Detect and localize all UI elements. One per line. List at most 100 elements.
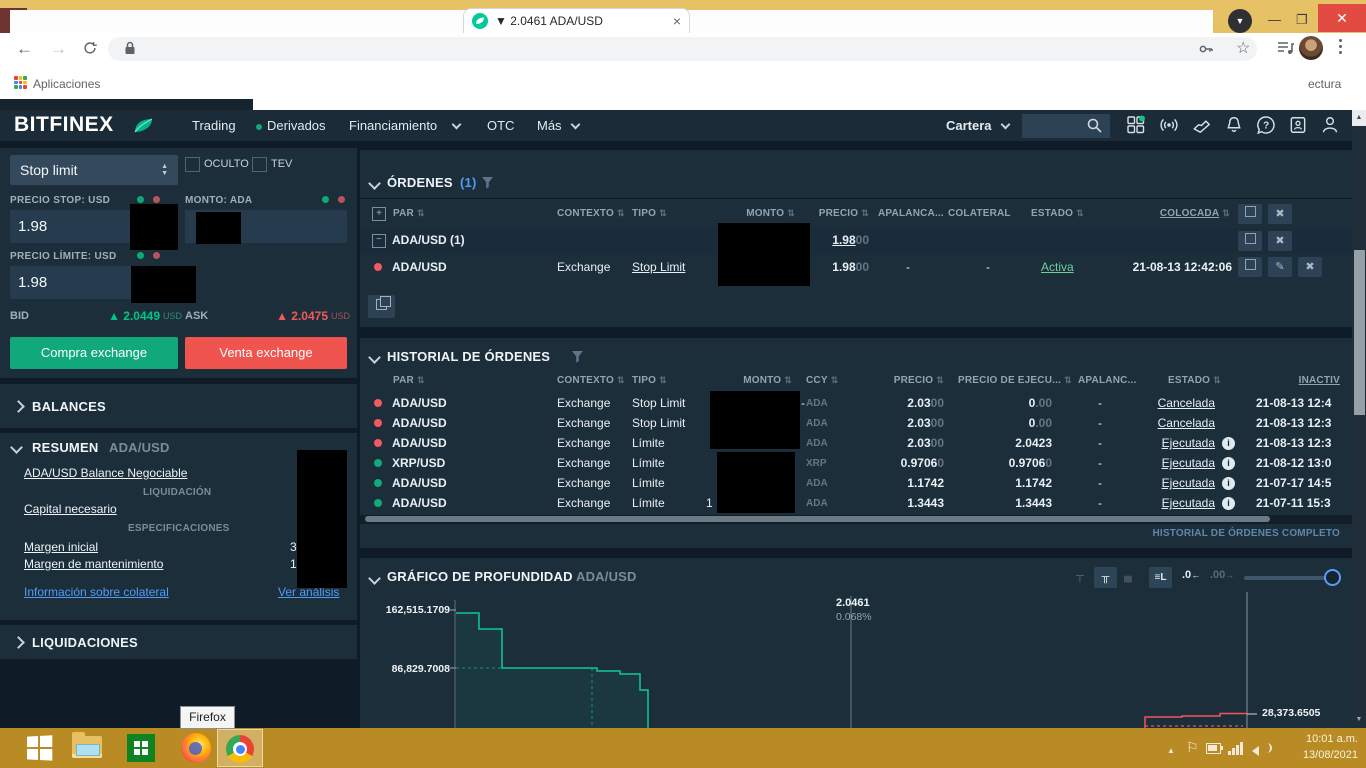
col-contexto[interactable]: CONTEXTO⇅ bbox=[557, 208, 625, 219]
scrollbar-track[interactable] bbox=[1352, 126, 1366, 712]
nav-item-financiamiento[interactable]: Financiamiento bbox=[349, 118, 437, 133]
h-status[interactable]: Cancelada bbox=[1115, 416, 1215, 430]
network-signal-icon[interactable] bbox=[1228, 742, 1243, 755]
chevron-down-icon[interactable] bbox=[368, 177, 381, 190]
decimal-decrease-button[interactable]: .0← bbox=[1182, 569, 1200, 581]
nav-item-mas[interactable]: Más bbox=[537, 118, 562, 133]
apps-grid-icon[interactable] bbox=[14, 76, 27, 89]
depth-tool-icon[interactable]: ▄ bbox=[1124, 570, 1132, 582]
col-colocada[interactable]: COLOCADA⇅ bbox=[1120, 208, 1230, 219]
h-status[interactable]: Ejecutada bbox=[1115, 436, 1215, 450]
select-all-button[interactable] bbox=[1238, 204, 1262, 224]
affiliates-hand-icon[interactable] bbox=[1192, 115, 1212, 135]
h-status[interactable]: Ejecutada bbox=[1115, 456, 1215, 470]
reload-icon[interactable] bbox=[82, 40, 98, 56]
history-row[interactable]: ADA/USD Exchange Límite ADA 2.0300 2.042… bbox=[360, 433, 1352, 453]
hscroll-thumb[interactable] bbox=[365, 516, 1270, 522]
lock-icon[interactable] bbox=[124, 41, 136, 56]
hcol-tipo[interactable]: TIPO⇅ bbox=[632, 375, 667, 386]
address-bar[interactable] bbox=[108, 37, 1257, 61]
pop-out-copy-icon[interactable] bbox=[368, 295, 395, 318]
info-icon[interactable]: i bbox=[1222, 477, 1235, 490]
col-tipo[interactable]: TIPO⇅ bbox=[632, 208, 667, 219]
row-edit-pencil-icon[interactable]: ✎ bbox=[1268, 257, 1292, 277]
history-row[interactable]: ADA/USD Exchange Límite ADA 1.1742 1.174… bbox=[360, 473, 1352, 493]
margen-mantenimiento-link[interactable]: Margen de mantenimiento bbox=[24, 557, 163, 571]
tray-clock-date[interactable]: 13/08/2021 bbox=[1282, 749, 1358, 761]
search-icon[interactable] bbox=[1086, 117, 1103, 134]
windows-store-icon[interactable] bbox=[127, 734, 155, 762]
chevron-down-icon[interactable] bbox=[10, 441, 23, 454]
col-precio[interactable]: PRECIO⇅ bbox=[780, 208, 869, 219]
firefox-icon[interactable] bbox=[181, 733, 211, 763]
hcol-precio[interactable]: PRECIO⇅ bbox=[860, 375, 944, 386]
chrome-taskbar-button[interactable] bbox=[217, 729, 263, 767]
h-status[interactable]: Ejecutada bbox=[1115, 476, 1215, 490]
colateral-info-link[interactable]: Información sobre colateral bbox=[24, 585, 169, 599]
back-icon[interactable]: ← bbox=[16, 39, 33, 59]
notifications-bell-icon[interactable] bbox=[1224, 115, 1244, 135]
full-history-link[interactable]: HISTORIAL DE ÓRDENES COMPLETO bbox=[1060, 528, 1340, 539]
window-close-button[interactable]: ✕ bbox=[1318, 4, 1366, 32]
buy-exchange-button[interactable]: Compra exchange bbox=[10, 337, 178, 369]
depth-style-active-icon[interactable]: ╥ bbox=[1094, 567, 1117, 588]
history-row[interactable]: ADA/USD Exchange Límite 1 ADA 1.3443 1.3… bbox=[360, 493, 1352, 513]
zoom-slider[interactable] bbox=[1244, 576, 1336, 580]
contacts-book-icon[interactable] bbox=[1288, 115, 1308, 135]
order-row[interactable]: ADA/USD Exchange Stop Limit -1 1.9800 - … bbox=[360, 254, 1352, 281]
password-key-icon[interactable] bbox=[1198, 41, 1214, 57]
history-row[interactable]: ADA/USD Exchange Stop Limit ADA 2.0300 0… bbox=[360, 413, 1352, 433]
decimal-increase-button[interactable]: .00→ bbox=[1210, 569, 1234, 581]
order-status[interactable]: Activa bbox=[1041, 260, 1074, 274]
balances-panel[interactable]: BALANCES bbox=[0, 384, 357, 428]
cancel-all-button[interactable]: ✖ bbox=[1268, 204, 1292, 224]
window-minimize-button[interactable]: — bbox=[1268, 12, 1281, 27]
start-button[interactable] bbox=[27, 735, 52, 761]
volume-icon[interactable] bbox=[1252, 743, 1271, 761]
tab-close-icon[interactable]: × bbox=[673, 14, 681, 28]
broadcast-icon[interactable] bbox=[1158, 115, 1180, 135]
reading-list-label[interactable]: ectura bbox=[1308, 77, 1341, 91]
action-center-flag-icon[interactable]: ⚐ bbox=[1186, 739, 1199, 756]
help-icon[interactable]: ? bbox=[1256, 115, 1276, 135]
oculto-checkbox[interactable] bbox=[185, 157, 200, 172]
order-type-select[interactable]: Stop limit ▲▼ bbox=[10, 155, 178, 185]
scrollbar-thumb[interactable] bbox=[1354, 250, 1365, 415]
depth-layout-icon[interactable]: ≡L bbox=[1149, 567, 1172, 588]
battery-icon[interactable] bbox=[1206, 743, 1221, 754]
scrollbar-up-button[interactable]: ▲ bbox=[1352, 110, 1366, 126]
browser-tab[interactable]: ▼ 2.0461 ADA/USD × bbox=[463, 8, 690, 33]
depth-tool-icon[interactable]: ┬ bbox=[1076, 570, 1084, 582]
history-row[interactable]: XRP/USD Exchange Límite XRP 0.97060 0.97… bbox=[360, 453, 1352, 473]
hcol-inactiv[interactable]: INACTIV bbox=[1260, 375, 1340, 386]
chevron-down-icon[interactable] bbox=[368, 572, 381, 585]
hcol-monto[interactable]: MONTO⇅ bbox=[690, 375, 792, 386]
horizontal-scrollbar[interactable] bbox=[360, 515, 1352, 524]
balance-negociable-link[interactable]: ADA/USD Balance Negociable bbox=[24, 466, 187, 480]
row-cancel-button[interactable]: ✖ bbox=[1298, 257, 1322, 277]
window-restore-button[interactable]: ❐ bbox=[1296, 12, 1308, 28]
tray-clock-time[interactable]: 10:01 a.m. bbox=[1282, 733, 1358, 745]
bookmarks-apps-label[interactable]: Aplicaciones bbox=[33, 77, 100, 91]
file-explorer-icon[interactable] bbox=[72, 736, 102, 758]
history-row[interactable]: ADA/USD Exchange Stop Limit - ADA 2.0300… bbox=[360, 393, 1352, 413]
tray-show-hidden-icon[interactable]: ▲ bbox=[1167, 746, 1175, 755]
h-status[interactable]: Ejecutada bbox=[1115, 496, 1215, 510]
col-apalanca[interactable]: APALANCA... bbox=[878, 208, 944, 219]
media-playlist-icon[interactable] bbox=[1277, 40, 1295, 56]
chevron-down-icon[interactable] bbox=[368, 351, 381, 364]
scrollbar-down-button[interactable]: ▼ bbox=[1352, 712, 1366, 728]
bitfinex-logo[interactable]: BITFINEX bbox=[14, 113, 114, 137]
browser-menu-icon[interactable] bbox=[1339, 39, 1342, 54]
hcol-contexto[interactable]: CONTEXTO⇅ bbox=[557, 375, 625, 386]
account-person-icon[interactable] bbox=[1320, 115, 1340, 135]
avatar[interactable] bbox=[1299, 36, 1323, 60]
filter-funnel-icon[interactable] bbox=[572, 351, 583, 363]
order-type[interactable]: Stop Limit bbox=[632, 260, 685, 274]
hcol-precio-ejec[interactable]: PRECIO DE EJECU...⇅ bbox=[958, 375, 1072, 386]
capital-necesario-link[interactable]: Capital necesario bbox=[24, 502, 117, 516]
group-select-button[interactable] bbox=[1238, 231, 1262, 251]
info-icon[interactable]: i bbox=[1222, 457, 1235, 470]
col-estado[interactable]: ESTADO⇅ bbox=[1031, 208, 1084, 219]
platforms-grid-icon[interactable] bbox=[1126, 115, 1146, 135]
